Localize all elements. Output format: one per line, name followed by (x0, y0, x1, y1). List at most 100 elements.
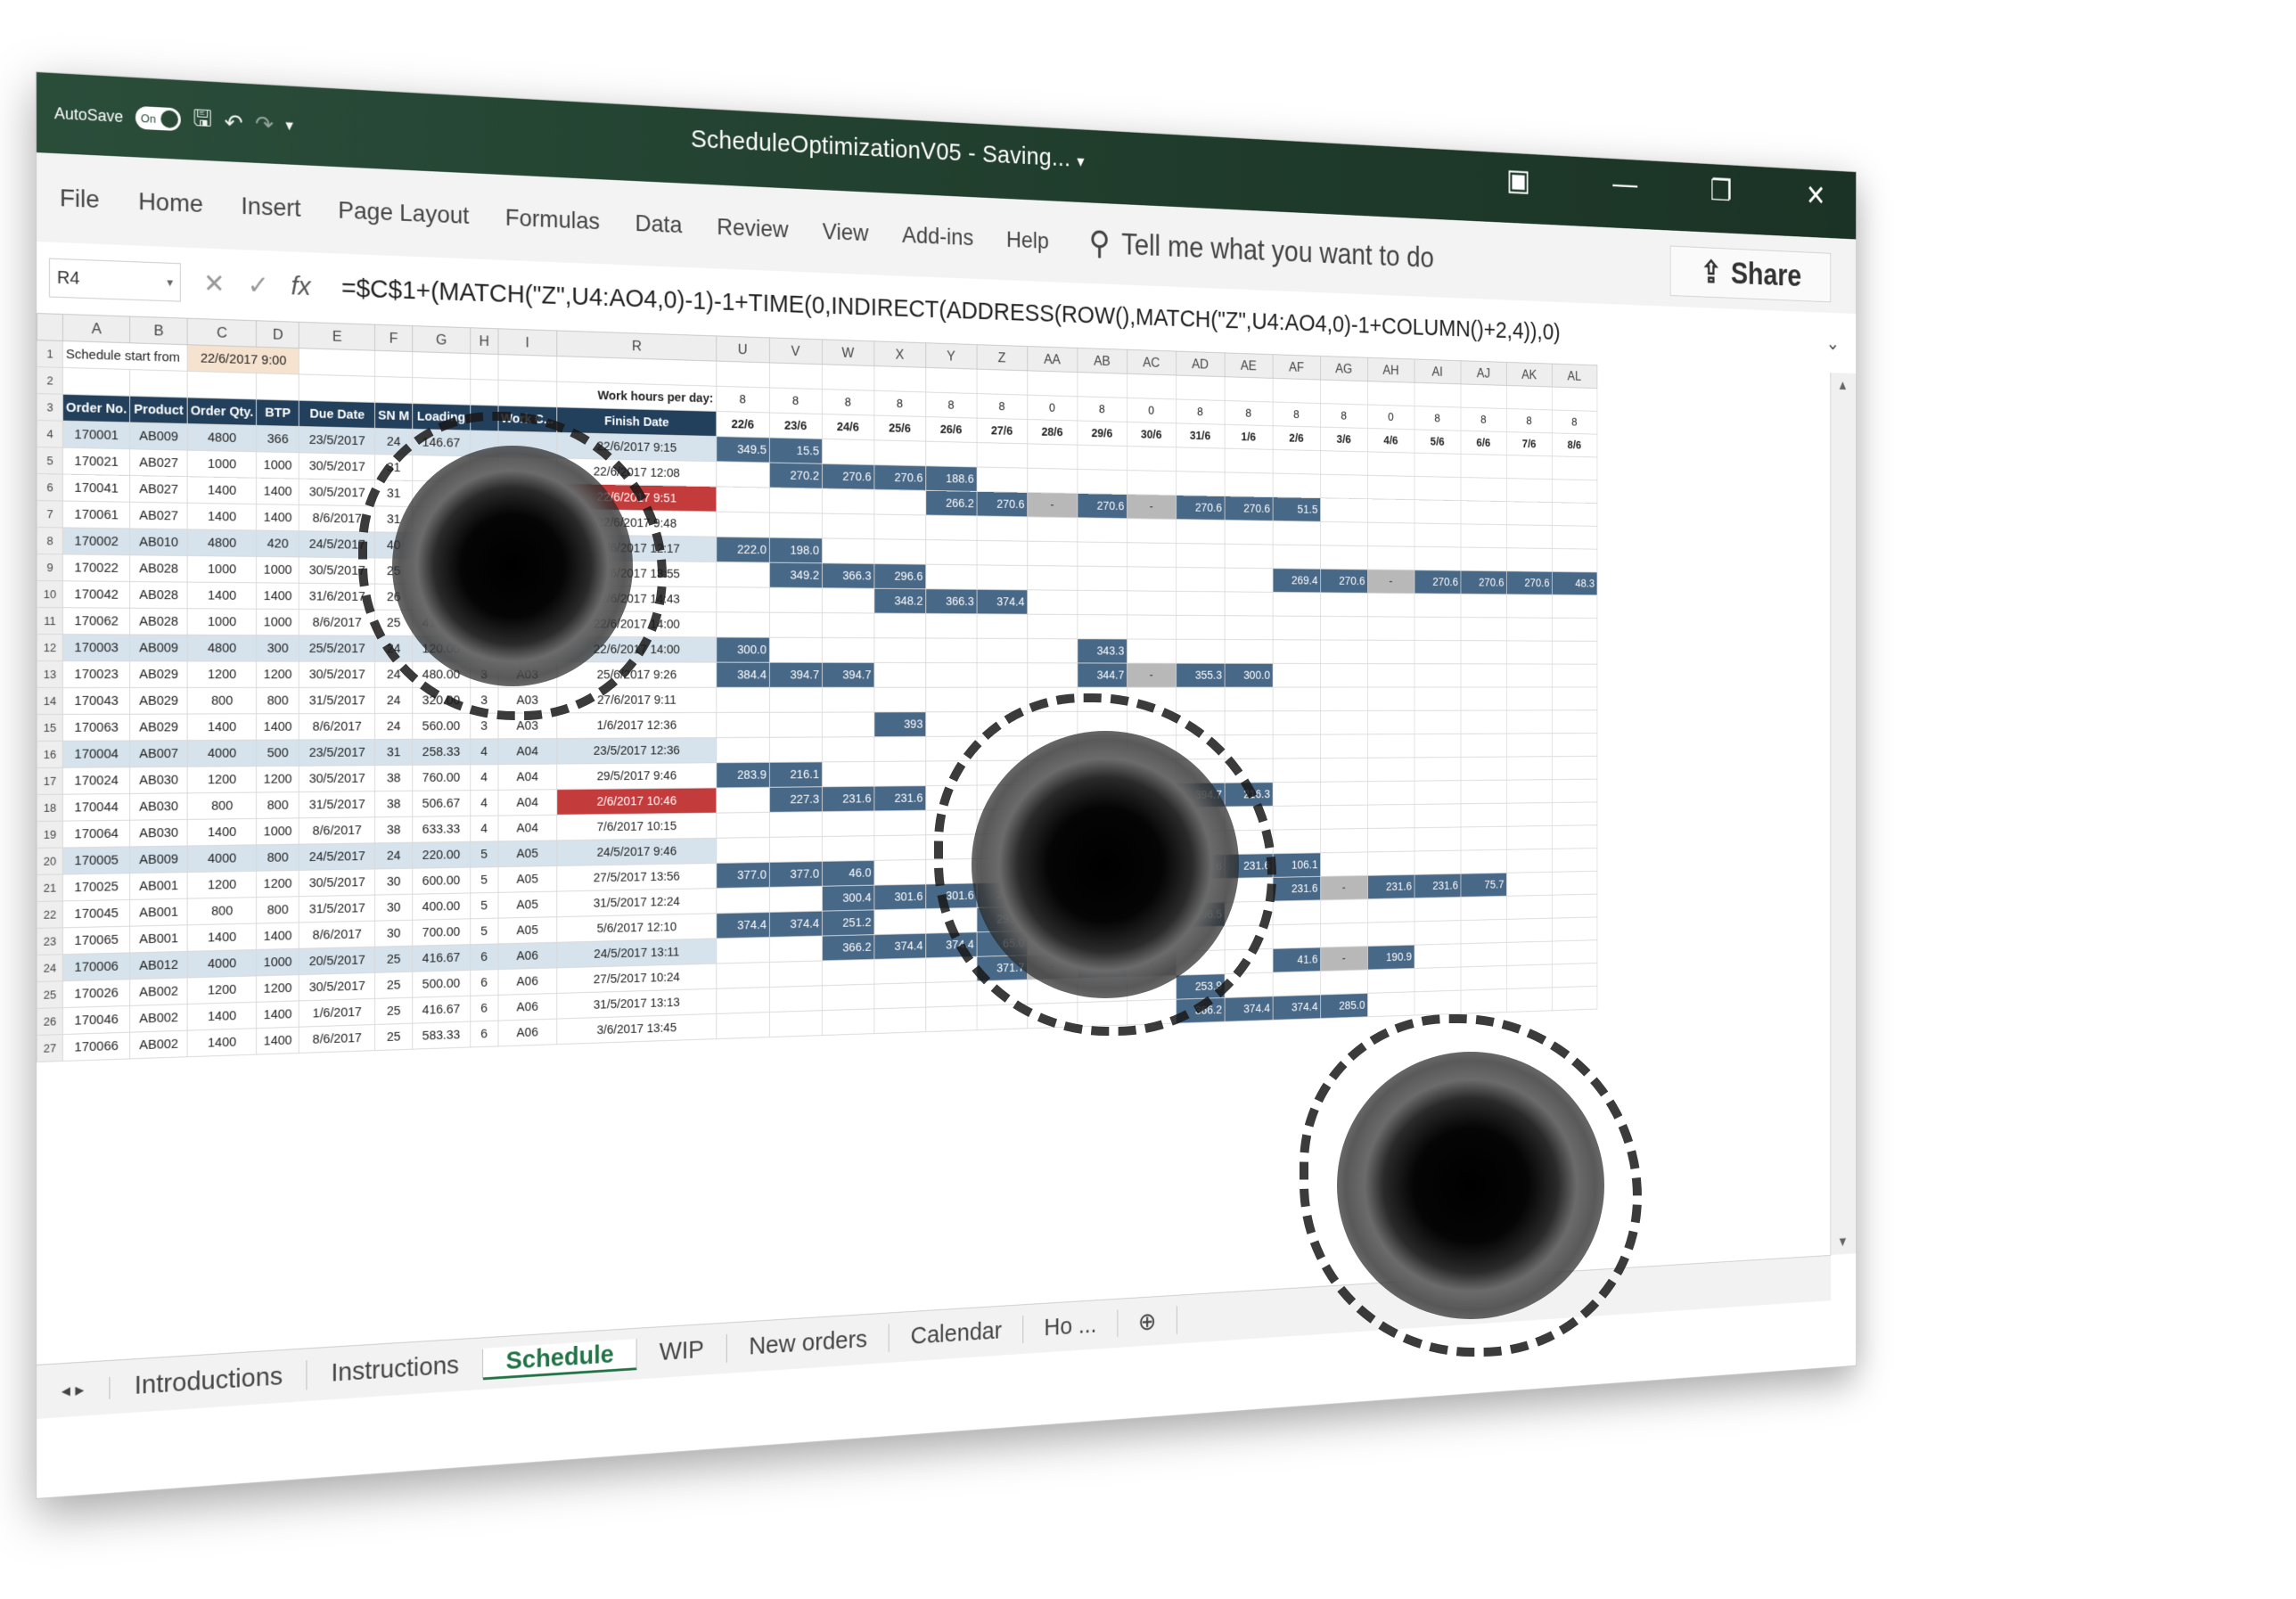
empty-cell[interactable] (1414, 734, 1461, 758)
gantt-bar-cell[interactable]: 65.0 (977, 931, 1028, 956)
data-cell[interactable]: 700.00 (412, 919, 470, 946)
empty-cell[interactable] (769, 712, 822, 737)
column-header[interactable]: AL (1552, 364, 1597, 388)
empty-cell[interactable] (1027, 711, 1077, 735)
column-header[interactable]: AF (1273, 355, 1320, 380)
empty-cell[interactable] (1414, 897, 1461, 921)
finish-date-cell[interactable]: 25/6/2017 9:26 (556, 662, 716, 688)
data-cell[interactable]: 800 (257, 844, 299, 871)
empty-cell[interactable] (1552, 456, 1597, 480)
data-cell[interactable]: 5 (470, 918, 497, 945)
empty-cell[interactable] (1414, 664, 1461, 687)
empty-cell[interactable] (1552, 548, 1597, 572)
empty-cell[interactable] (498, 380, 557, 406)
empty-cell[interactable] (1461, 687, 1506, 710)
empty-cell[interactable] (977, 442, 1028, 468)
work-hours-cell[interactable]: 8 (977, 394, 1028, 420)
column-header[interactable]: AD (1176, 351, 1225, 377)
data-cell[interactable]: AB002 (130, 1030, 188, 1059)
date-header[interactable]: 7/6 (1506, 432, 1552, 456)
sheet-tab-introductions[interactable]: Introductions (110, 1360, 308, 1403)
empty-cell[interactable] (716, 361, 769, 388)
worksheet-grid[interactable]: A B C D E F G H I R U V W X Y Z AA AB AC AD AE AF AG AH AI AJ AK AL… (37, 313, 1831, 1365)
gantt-bar-cell[interactable]: 231.6 (822, 786, 873, 811)
data-cell[interactable]: 6 (470, 1021, 497, 1047)
empty-cell[interactable] (1176, 591, 1225, 615)
finish-date-cell[interactable]: 23/5/2017 12:36 (556, 738, 716, 765)
empty-cell[interactable] (1367, 640, 1414, 664)
data-cell[interactable]: 170006 (62, 953, 129, 981)
data-cell[interactable]: 416.67 (412, 996, 470, 1023)
ribbon-tab-help[interactable]: Help (1006, 226, 1049, 254)
ribbon-tab-view[interactable]: View (823, 218, 869, 247)
empty-cell[interactable] (1414, 523, 1461, 547)
finish-date-cell[interactable]: 5/6/2017 12:10 (556, 914, 716, 943)
empty-cell[interactable] (1552, 664, 1597, 687)
data-cell[interactable] (470, 456, 497, 482)
data-cell[interactable]: 24/5/2017 (299, 843, 375, 871)
data-cell[interactable]: 4800 (187, 424, 256, 452)
date-header[interactable]: 3/6 (1320, 427, 1367, 452)
data-cell[interactable]: 24 (375, 713, 413, 739)
data-cell[interactable]: AB001 (130, 898, 188, 926)
row-header[interactable]: 3 (37, 394, 62, 422)
gantt-bar-cell[interactable]: - (1127, 495, 1176, 520)
empty-cell[interactable] (769, 986, 822, 1013)
gantt-bar-cell[interactable]: 269.4 (1273, 569, 1320, 593)
data-cell[interactable]: 1000 (257, 948, 299, 976)
column-header[interactable]: AA (1027, 347, 1077, 373)
data-cell[interactable]: 170026 (62, 980, 129, 1008)
data-cell[interactable]: 38 (375, 791, 413, 816)
empty-cell[interactable] (1027, 760, 1077, 785)
undo-icon[interactable]: ↶ (225, 109, 243, 137)
data-cell[interactable]: 3 (470, 636, 497, 662)
gantt-bar-cell[interactable]: 270.6 (822, 463, 873, 489)
empty-cell[interactable] (1078, 1001, 1128, 1027)
empty-cell[interactable] (1506, 988, 1552, 1013)
empty-cell[interactable] (1461, 965, 1506, 990)
data-cell[interactable] (498, 482, 557, 509)
data-cell[interactable]: 170043 (62, 687, 129, 714)
gantt-bar-cell[interactable]: - (1027, 954, 1077, 980)
empty-cell[interactable] (1225, 948, 1273, 973)
data-cell[interactable]: 30/5/2017 (299, 869, 375, 897)
gantt-bar-cell[interactable]: 374.4 (1078, 953, 1128, 979)
gantt-bar-cell[interactable]: 394.7 (1176, 783, 1225, 807)
empty-cell[interactable] (1273, 473, 1320, 498)
gantt-bar-cell[interactable]: 231.6 (1176, 855, 1225, 880)
empty-cell[interactable] (1552, 802, 1597, 826)
work-hours-cell[interactable]: 8 (716, 386, 769, 413)
empty-cell[interactable] (1552, 618, 1597, 641)
empty-cell[interactable] (822, 588, 873, 613)
data-cell[interactable]: AB009 (130, 422, 188, 450)
empty-cell[interactable] (1225, 448, 1273, 473)
empty-cell[interactable] (1225, 616, 1273, 640)
empty-cell[interactable] (822, 959, 873, 985)
gantt-bar-cell[interactable]: 301.6 (925, 883, 976, 909)
empty-cell[interactable] (925, 761, 976, 786)
empty-cell[interactable] (299, 374, 375, 403)
data-cell[interactable] (498, 534, 557, 561)
work-hours-cell[interactable]: 0 (1367, 405, 1414, 430)
data-cell[interactable]: 1000 (257, 818, 299, 845)
gantt-bar-cell[interactable]: - (1127, 951, 1176, 977)
row-header[interactable]: 5 (37, 447, 62, 475)
data-cell[interactable]: 1400 (257, 922, 299, 949)
empty-cell[interactable] (1273, 923, 1320, 948)
empty-cell[interactable] (1506, 964, 1552, 989)
empty-cell[interactable] (1273, 687, 1320, 711)
data-cell[interactable]: 24 (375, 687, 413, 713)
data-cell[interactable]: AB029 (130, 687, 188, 714)
empty-cell[interactable] (1461, 384, 1506, 409)
empty-cell[interactable] (716, 988, 769, 1014)
data-cell[interactable]: AB007 (130, 741, 188, 767)
ribbon-display-icon[interactable]: ▣ (1506, 162, 1530, 198)
work-hours-cell[interactable]: 8 (1320, 404, 1367, 429)
row-header[interactable]: 23 (37, 928, 62, 955)
row-header[interactable]: 26 (37, 1008, 62, 1036)
empty-cell[interactable] (1506, 548, 1552, 572)
empty-cell[interactable] (412, 352, 470, 380)
data-cell[interactable]: 1400 (257, 583, 299, 610)
empty-cell[interactable] (1320, 758, 1367, 782)
empty-cell[interactable] (1078, 929, 1128, 955)
